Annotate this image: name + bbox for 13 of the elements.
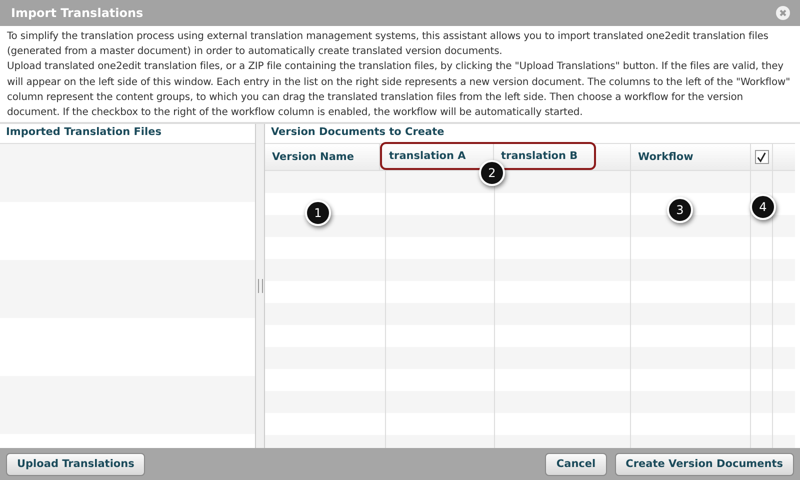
column-header[interactable]: Version Name — [272, 151, 354, 163]
description-text: Upload translated one2edit translation files, or a ZIP file containing the translation files, by clicking the "Upload Translations" button. If the files are valid, they will appear on the left side of this window. Each entry in the list on the right side represents a new version document. The columns to the left of the "Workflow" column represent the content groups, to which you can drag the translated translation files from the left side. Then choose a workflow for the version document. If the checkbox to the right of the workflow column is enabled, the workflow will be automatically started. — [7, 60, 792, 120]
splitter-handle[interactable] — [255, 124, 265, 448]
cancel-button[interactable]: Cancel — [545, 452, 607, 476]
description-text: To simplify the translation process using external translation management systems, this assistant allows you to import translated one2edit translation files (generated from a master document) in order to automatically create translated version documents. — [7, 30, 770, 60]
checkbox[interactable] — [754, 150, 768, 164]
window-title: Import Translations — [11, 6, 144, 20]
column-header[interactable]: translation B — [501, 150, 578, 162]
create-button[interactable]: Create Version Documents — [614, 452, 794, 476]
column-header[interactable]: translation A — [389, 150, 466, 162]
column-header[interactable]: Workflow — [638, 151, 694, 163]
close-icon[interactable] — [776, 6, 790, 20]
upload-button[interactable]: Upload Translations — [6, 452, 146, 476]
